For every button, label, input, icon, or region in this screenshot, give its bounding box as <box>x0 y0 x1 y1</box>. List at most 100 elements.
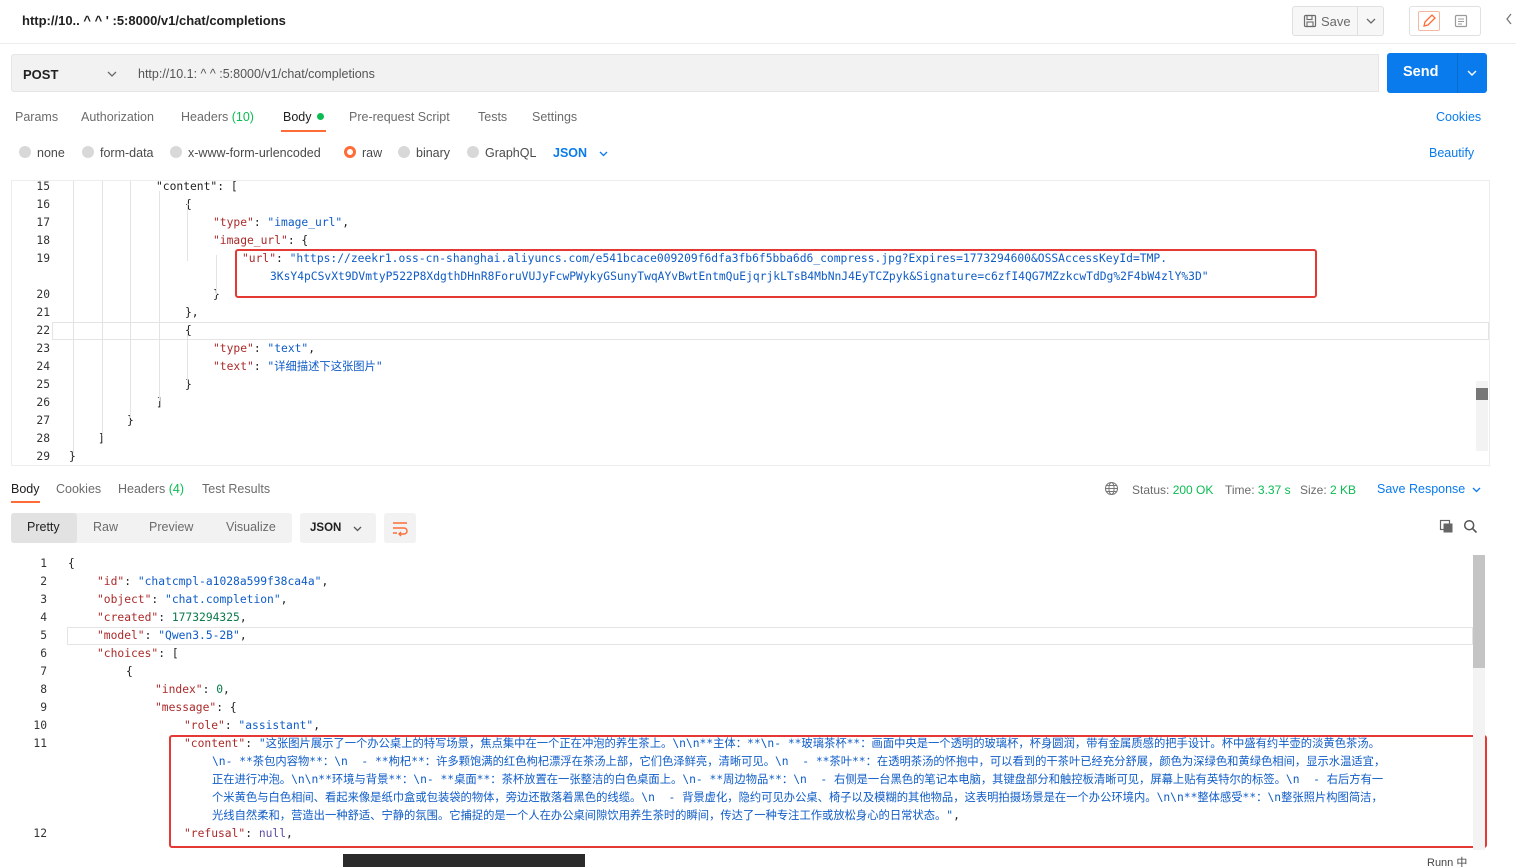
line-number: 2 <box>40 575 47 588</box>
save-button[interactable]: Save <box>1292 6 1384 36</box>
line-number: 19 <box>36 252 50 265</box>
code-line[interactable]: 正在进行冲泡。\n\n**环境与背景**：\n- **桌面**：茶杯放置在一张整… <box>11 771 1490 789</box>
view-tab-visualize[interactable]: Visualize <box>226 520 276 534</box>
response-tab-headers[interactable]: Headers (4) <box>118 482 184 496</box>
search-icon[interactable] <box>1463 519 1478 534</box>
code-line[interactable]: 15 "content": [ <box>12 181 1489 196</box>
code-content: "content": [ <box>156 181 238 196</box>
copy-icon[interactable] <box>1439 519 1454 534</box>
code-line[interactable]: 12 "refusal": null, <box>11 825 1490 843</box>
tab-pre-request-script[interactable]: Pre-request Script <box>349 110 450 124</box>
view-tab-preview[interactable]: Preview <box>149 520 193 534</box>
code-line[interactable]: 28] <box>12 430 1489 448</box>
url-input[interactable]: http://10.1: ^ ^ :5:8000/v1/chat/complet… <box>126 54 1379 92</box>
taskbar-item[interactable] <box>343 854 585 867</box>
line-number: 17 <box>36 216 50 229</box>
code-line[interactable]: 9 "message": { <box>11 699 1490 717</box>
chevron-down-icon[interactable] <box>598 148 609 159</box>
runner-label[interactable]: Runn 中 <box>1427 854 1467 867</box>
cookies-link[interactable]: Cookies <box>1436 110 1481 124</box>
response-tab-body[interactable]: Body <box>11 482 40 496</box>
chevron-down-icon[interactable] <box>1466 67 1478 79</box>
beautify-link[interactable]: Beautify <box>1429 146 1474 160</box>
size-readout: Size: 2 KB <box>1300 483 1356 497</box>
chevron-down-icon[interactable] <box>1365 15 1377 27</box>
code-line[interactable]: 24 "text": "详细描述下这张图片" <box>12 358 1489 376</box>
code-content: "id": "chatcmpl-a1028a599f38ca4a", <box>97 575 329 588</box>
method-select[interactable]: POST <box>11 54 127 92</box>
tab-params[interactable]: Params <box>15 110 58 124</box>
response-body-viewer[interactable]: 1{ 2 "id": "chatcmpl-a1028a599f38ca4a", 3 "o… <box>11 552 1490 854</box>
code-line[interactable]: \n- **茶包内容物**：\n - **枸杞**：许多颗饱满的红色枸杞漂浮在茶… <box>11 753 1490 771</box>
tab-authorization[interactable]: Authorization <box>81 110 154 124</box>
code-line[interactable]: 25} <box>12 376 1489 394</box>
request-body-editor[interactable]: 15 "content": [16{17 "type": "image_url", 1… <box>11 180 1490 466</box>
code-content: "type": "text", <box>213 342 316 355</box>
code-line[interactable]: 18 "image_url": { <box>12 232 1489 250</box>
save-response-button[interactable]: Save Response <box>1377 482 1465 496</box>
code-line[interactable]: 8 "index": 0, <box>11 681 1490 699</box>
code-content: "role": "assistant", <box>184 719 321 732</box>
code-line[interactable]: 3KsY4pCSvXt9DVmtyP522P8XdgthDHnR8ForuVUJ… <box>12 268 1489 286</box>
code-line[interactable]: 22{ <box>12 322 1489 340</box>
code-line[interactable]: 26] <box>12 394 1489 412</box>
chevron-left-icon[interactable] <box>1504 12 1514 26</box>
code-line[interactable]: 2 "id": "chatcmpl-a1028a599f38ca4a", <box>11 573 1490 591</box>
view-tab-raw[interactable]: Raw <box>93 520 118 534</box>
line-number: 20 <box>36 288 50 301</box>
chevron-down-icon <box>107 71 117 77</box>
code-line[interactable]: 1{ <box>11 555 1490 573</box>
code-line[interactable]: 19 "url": "https://zeekr1.oss-cn-shanghai… <box>12 250 1489 268</box>
line-number: 3 <box>40 593 47 606</box>
line-number: 10 <box>33 719 47 732</box>
code-line[interactable]: 17 "type": "image_url", <box>12 214 1489 232</box>
json-string: 个米黄色与白色相间、看起来像是纸巾盒或包装袋的物体，旁边还散落着黑色的线缆。\n… <box>212 791 1383 804</box>
code-content: }, <box>185 304 199 322</box>
json-key: "refusal" <box>184 827 246 840</box>
tab-headers[interactable]: Headers (10) <box>181 110 254 124</box>
view-tab-pretty[interactable]: Pretty <box>27 520 60 534</box>
code-line[interactable]: 7{ <box>11 663 1490 681</box>
send-button[interactable]: Send <box>1387 53 1487 93</box>
radio-none[interactable]: none <box>19 146 65 160</box>
tab-tests[interactable]: Tests <box>478 110 507 124</box>
status-value: 200 OK <box>1172 483 1214 497</box>
json-string: 正在进行冲泡。\n\n**环境与背景**：\n- **桌面**：茶杯放置在一张整… <box>212 773 1384 786</box>
line-number: 24 <box>36 360 50 373</box>
code-line[interactable]: 27} <box>12 412 1489 430</box>
body-format-select[interactable]: JSON <box>553 146 587 160</box>
code-line[interactable]: 16{ <box>12 196 1489 214</box>
radio-binary[interactable]: binary <box>398 146 450 160</box>
code-line[interactable]: 10 "role": "assistant", <box>11 717 1490 735</box>
wrap-lines-button[interactable] <box>384 513 416 543</box>
code-line[interactable]: 29} <box>12 448 1489 465</box>
radio-x-www-form-urlencoded[interactable]: x-www-form-urlencoded <box>170 146 321 160</box>
code-line[interactable]: 21}, <box>12 304 1489 322</box>
response-tab-cookies[interactable]: Cookies <box>56 482 101 496</box>
radio-raw[interactable]: raw <box>344 146 382 160</box>
code-line[interactable]: 3 "object": "chat.completion", <box>11 591 1490 609</box>
globe-icon[interactable] <box>1104 481 1119 496</box>
code-line[interactable]: 5 "model": "Qwen3.5-2B", <box>11 627 1490 645</box>
chevron-down-icon <box>353 526 362 532</box>
radio-label: binary <box>416 146 451 160</box>
tab-settings[interactable]: Settings <box>532 110 577 124</box>
body-indicator-dot <box>316 113 324 120</box>
response-format-select[interactable]: JSON <box>300 513 376 543</box>
code-line[interactable]: 20} <box>12 286 1489 304</box>
comment-icon[interactable] <box>1454 14 1468 28</box>
code-line[interactable]: 个米黄色与白色相间、看起来像是纸巾盒或包装袋的物体，旁边还散落着黑色的线缆。\n… <box>11 789 1490 807</box>
radio-graphql[interactable]: GraphQL <box>467 146 536 160</box>
code-line[interactable]: 4 "created": 1773294325, <box>11 609 1490 627</box>
code-line[interactable]: 11 "content": "这张图片展示了一个办公桌上的特写场景，焦点集中在一个… <box>11 735 1490 753</box>
chevron-down-icon[interactable] <box>1471 484 1482 495</box>
edit-button[interactable] <box>1418 11 1440 31</box>
code-content: 3KsY4pCSvXt9DVmtyP522P8XdgthDHnR8ForuVUJ… <box>270 268 1209 286</box>
code-line[interactable]: 光线自然柔和，营造出一种舒适、宁静的氛围。它捕捉的是一个人在办公桌间隙饮用养生茶… <box>11 807 1490 825</box>
code-line[interactable]: 6 "choices": [ <box>11 645 1490 663</box>
response-tab-test-results[interactable]: Test Results <box>202 482 270 496</box>
request-title[interactable]: http://10.. ^ ^ ' :5:8000/v1/chat/comple… <box>22 13 286 28</box>
code-line[interactable]: 23 "type": "text", <box>12 340 1489 358</box>
tab-body[interactable]: Body <box>283 110 324 124</box>
radio-form-data[interactable]: form-data <box>82 146 154 160</box>
